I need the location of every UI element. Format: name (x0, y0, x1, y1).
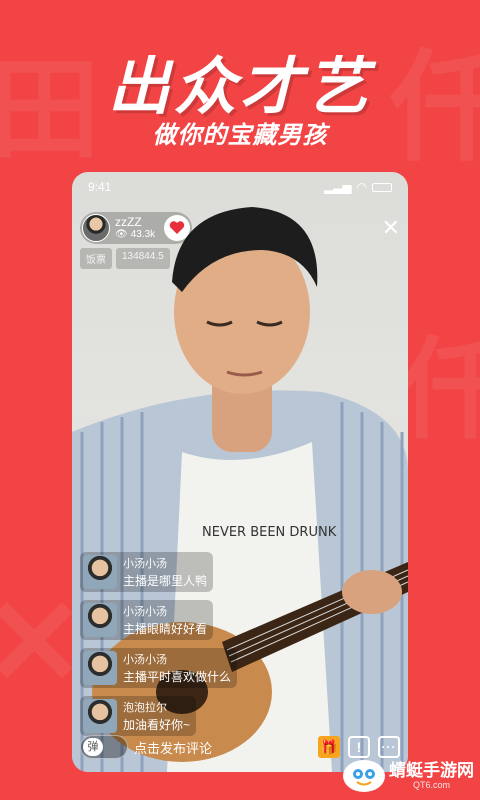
comment-avatar (83, 555, 117, 589)
close-button[interactable]: ✕ (381, 215, 400, 240)
signal-icon: ▂▃▅ (323, 180, 352, 194)
eye-icon: 👁 (115, 229, 128, 241)
more-icon: ··· (381, 740, 397, 754)
close-icon: ✕ (381, 215, 400, 240)
promo-subheadline: 做你的宝藏男孩 (152, 121, 328, 149)
comment-user: 小汤小汤 (123, 654, 167, 666)
comment-user: 小汤小汤 (123, 606, 167, 618)
follow-button[interactable] (164, 215, 190, 241)
gift-icon: 🎁 (320, 738, 338, 755)
exclamation-icon: ! (356, 739, 362, 755)
comment-message: 主播眼睛好好看 (123, 622, 208, 636)
comment-message: 主播是哪里人鸭 (123, 574, 208, 588)
coin-info: 饭票 134844.5 (80, 248, 170, 269)
coin-label: 饭票 (80, 248, 112, 269)
comment-list: 小汤小汤 主播是哪里人鸭 小汤小汤 主播眼睛好好看 小汤小汤 主播平时喜欢做什么… (80, 552, 290, 744)
comment-item: 小汤小汤 主播平时喜欢做什么 (80, 648, 238, 688)
comment-user: 泡泡拉尔 (123, 702, 167, 714)
site-watermark: 蜻蜓手游网 QT6.com (343, 760, 474, 792)
comment-item: 小汤小汤 主播眼睛好好看 (80, 600, 214, 640)
host-avatar[interactable] (82, 214, 110, 242)
coin-value: 134844.5 (116, 248, 170, 269)
comment-input[interactable]: 点击发布评论 (134, 738, 212, 757)
watermark-url: QT6.com (412, 779, 450, 790)
shirt-print-text: NEVER BEEN DRUNK (202, 525, 337, 540)
comment-message: 加油看好你~ (123, 718, 191, 732)
wifi-icon: ◠ (356, 180, 367, 194)
comment-avatar (83, 699, 117, 733)
dragonfly-logo-icon (343, 760, 385, 792)
watermark-brand: 蜻蜓手游网 (389, 760, 474, 781)
comment-user: 小汤小汤 (123, 558, 167, 570)
bottom-bar: 弹 点击发布评论 🎁 ! ··· (80, 732, 400, 762)
comment-item: 泡泡拉尔 加油看好你~ (80, 696, 197, 736)
comment-item: 小汤小汤 主播是哪里人鸭 (80, 552, 214, 592)
background-decoration: 仟 (400, 326, 480, 454)
report-button[interactable]: ! (348, 736, 370, 758)
heart-icon (169, 221, 185, 234)
battery-icon (372, 182, 392, 192)
host-name: zzZZ (115, 214, 142, 229)
more-button[interactable]: ··· (378, 736, 400, 758)
comment-message: 主播平时喜欢做什么 (123, 670, 232, 684)
status-time: 9:41 (88, 180, 112, 194)
status-bar: 9:41 ▂▃▅ ◠ (72, 172, 408, 202)
host-view-count: 43.3k (130, 229, 156, 241)
phone-screen: NEVER BEEN DRUNK 9:41 ▂▃▅ ◠ zzZZ 👁 43.3k… (72, 172, 408, 772)
promo-headline: 出众才艺 (107, 50, 372, 123)
danmaku-toggle[interactable]: 弹 (80, 735, 128, 759)
comment-avatar (83, 603, 117, 637)
danmaku-label: 弹 (83, 738, 103, 756)
gift-button[interactable]: 🎁 (318, 736, 340, 758)
comment-avatar (83, 651, 117, 685)
status-icons: ▂▃▅ ◠ (324, 180, 392, 194)
